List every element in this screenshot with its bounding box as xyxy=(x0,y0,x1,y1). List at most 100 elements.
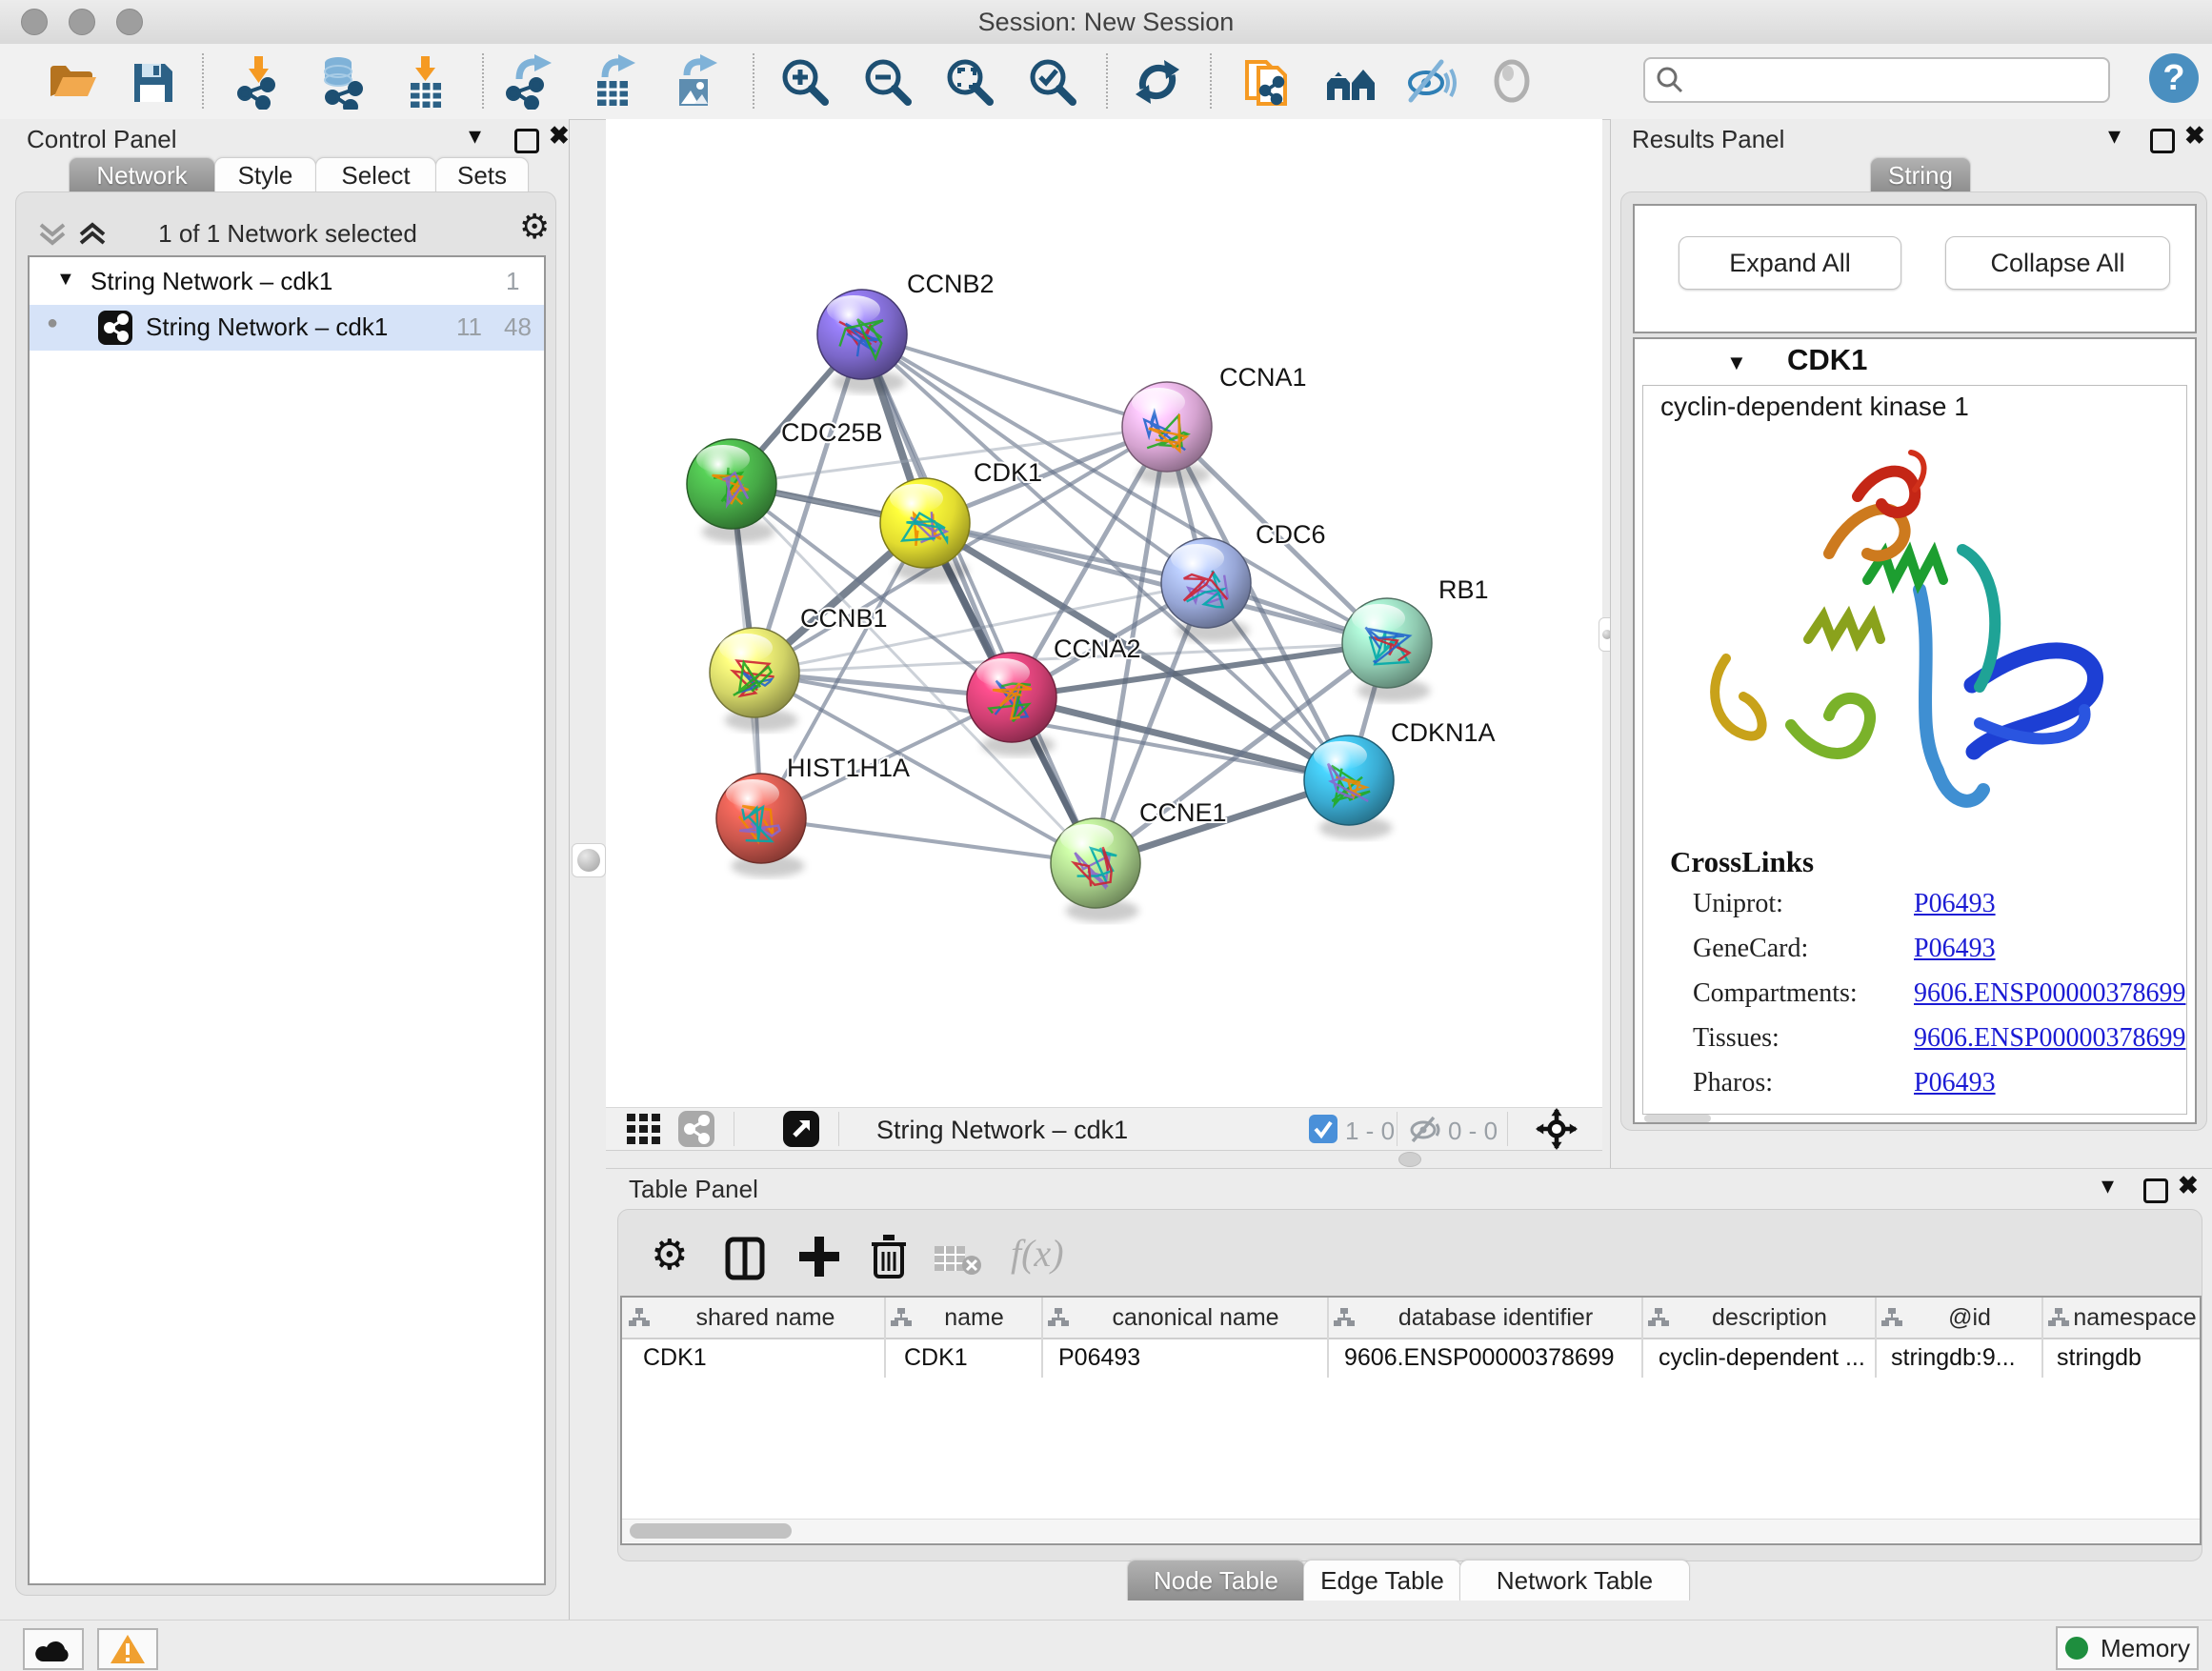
zoom-out-button[interactable] xyxy=(857,51,918,112)
current-network-dot: ● xyxy=(47,312,58,334)
crosslink-value[interactable]: 9606.ENSP00000378699 xyxy=(1914,1023,2185,1054)
network-collection-row[interactable]: ▼ String Network – cdk1 1 xyxy=(30,261,544,305)
tab-edge-table[interactable]: Edge Table xyxy=(1303,1560,1461,1601)
first-neighbors-button[interactable] xyxy=(1320,51,1381,112)
node-label-cdc6: CDC6 xyxy=(1256,520,1326,549)
table-row[interactable]: CDK1 CDK1 P06493 9606.ENSP00000378699 cy… xyxy=(622,1338,2200,1378)
table-hscrollbar-track[interactable] xyxy=(622,1519,2200,1542)
table-panel-collapse-icon[interactable]: ▾ xyxy=(2101,1171,2114,1200)
network-view-toolbar: String Network – cdk1 1 - 0 0 - 0 xyxy=(606,1107,1602,1151)
zoom-selected-button[interactable] xyxy=(1022,51,1083,112)
horizontal-splitter-handle[interactable] xyxy=(1398,1152,1421,1167)
tab-style[interactable]: Style xyxy=(214,157,316,192)
control-panel-close-icon[interactable]: ✖ xyxy=(549,121,570,151)
export-image-button[interactable] xyxy=(665,51,726,112)
save-session-button[interactable] xyxy=(122,51,183,112)
toolbar-separator xyxy=(202,53,204,109)
column-header[interactable]: namespace xyxy=(2047,1298,2200,1338)
grid-view-icon[interactable] xyxy=(627,1114,667,1146)
column-type-icon xyxy=(1333,1307,1356,1328)
expand-all-button[interactable]: Expand All xyxy=(1679,236,1901,290)
tab-node-table[interactable]: Node Table xyxy=(1127,1560,1305,1601)
search-input[interactable] xyxy=(1685,66,2099,94)
left-splitter-handle[interactable] xyxy=(572,843,606,877)
network-node-cdkn1a[interactable]: CDKN1A xyxy=(1304,718,1496,839)
export-network-button[interactable] xyxy=(499,51,560,112)
results-panel-float-icon[interactable] xyxy=(2150,129,2175,153)
results-entry-box: ▼ CDK1 cyclin-dependent kinase 1 xyxy=(1633,337,2197,1124)
show-all-button[interactable] xyxy=(1482,51,1543,112)
open-in-window-icon[interactable] xyxy=(783,1111,819,1147)
import-table-button[interactable] xyxy=(394,51,455,112)
export-table-button[interactable] xyxy=(583,51,644,112)
tab-select[interactable]: Select xyxy=(315,157,436,192)
new-network-from-selection-button[interactable] xyxy=(1237,51,1297,112)
network-node-cdc6[interactable]: CDC6 xyxy=(1161,520,1326,642)
refresh-view-button[interactable] xyxy=(1127,51,1188,112)
memory-button[interactable]: Memory xyxy=(2056,1626,2199,1670)
results-panel-close-icon[interactable]: ✖ xyxy=(2184,121,2205,151)
column-type-icon xyxy=(1880,1307,1903,1328)
control-panel-float-icon[interactable] xyxy=(514,129,539,153)
collapse-all-button[interactable]: Collapse All xyxy=(1945,236,2170,290)
zoom-in-button[interactable] xyxy=(774,51,835,112)
column-header[interactable]: name xyxy=(890,1298,1036,1338)
birdseye-navigator-icon[interactable] xyxy=(1536,1108,1578,1150)
show-columns-icon[interactable] xyxy=(725,1237,765,1280)
control-panel-collapse-icon[interactable]: ▾ xyxy=(469,121,481,151)
hide-selected-button[interactable] xyxy=(1400,51,1461,112)
open-session-button[interactable] xyxy=(40,51,101,112)
function-builder-icon[interactable]: f(x) xyxy=(1011,1231,1064,1276)
network-view-title: String Network – cdk1 xyxy=(876,1116,1128,1145)
cloud-status-button[interactable] xyxy=(23,1628,84,1670)
toolbar-search xyxy=(1643,57,2110,103)
import-network-file-button[interactable] xyxy=(229,51,290,112)
node-label-cdkn1a: CDKN1A xyxy=(1391,718,1496,747)
help-button[interactable]: ? xyxy=(2149,53,2199,103)
network-node-ccna1[interactable]: CCNA1 xyxy=(1122,363,1307,486)
network-node-hist1h1a[interactable]: HIST1H1A xyxy=(716,754,910,877)
crosslink-value[interactable]: P06493 xyxy=(1914,934,1996,964)
tree-expand-icon[interactable]: ▼ xyxy=(56,269,75,291)
hidden-eye-slash-icon[interactable] xyxy=(1408,1115,1442,1143)
selected-checkbox-icon[interactable] xyxy=(1309,1115,1337,1143)
add-column-icon[interactable] xyxy=(797,1235,841,1278)
delete-table-icon[interactable] xyxy=(933,1242,982,1277)
results-scrollbar-thumb[interactable] xyxy=(1644,1115,1711,1122)
network-panel-gear-icon[interactable]: ⚙ xyxy=(519,208,550,247)
entry-collapse-icon[interactable]: ▼ xyxy=(1726,351,1747,375)
column-header[interactable]: @id xyxy=(1880,1298,2036,1338)
network-node-rb1[interactable]: RB1 xyxy=(1342,575,1489,702)
cell-database-identifier: 9606.ENSP00000378699 xyxy=(1344,1344,1615,1372)
netbar-separator xyxy=(838,1112,839,1146)
import-network-database-button[interactable] xyxy=(311,51,372,112)
network-graph[interactable]: CCNB2CCNA1CDC25BCDK1CDC6RB1CCNB1CCNA2CDK… xyxy=(606,119,1602,1107)
table-panel-float-icon[interactable] xyxy=(2143,1178,2168,1203)
tab-sets[interactable]: Sets xyxy=(435,157,529,192)
cell-description: cyclin-dependent ... xyxy=(1659,1344,1865,1372)
crosslink-value[interactable]: P06493 xyxy=(1914,889,1996,919)
column-header[interactable]: description xyxy=(1647,1298,1869,1338)
table-settings-gear-icon[interactable]: ⚙ xyxy=(651,1231,688,1279)
share-view-icon[interactable] xyxy=(678,1111,714,1147)
network-row-selected[interactable]: ● String Network – cdk1 11 48 xyxy=(30,305,544,351)
cell-shared-name: CDK1 xyxy=(643,1344,707,1372)
table-panel-close-icon[interactable]: ✖ xyxy=(2178,1171,2199,1200)
table-hscrollbar-thumb[interactable] xyxy=(630,1523,792,1539)
table-panel-body: ⚙ f(x) xyxy=(617,1209,2202,1561)
column-header[interactable]: database identifier xyxy=(1333,1298,1636,1338)
tab-network[interactable]: Network xyxy=(69,157,215,192)
tab-string[interactable]: String xyxy=(1870,157,1971,192)
warnings-button[interactable] xyxy=(97,1628,158,1670)
results-panel-collapse-icon[interactable]: ▾ xyxy=(2108,121,2121,151)
crosslink-value[interactable]: 9606.ENSP00000378699 xyxy=(1914,978,2185,1009)
zoom-fit-icon xyxy=(942,54,997,110)
tab-network-table[interactable]: Network Table xyxy=(1459,1560,1690,1601)
crosslink-value[interactable]: P06493 xyxy=(1914,1068,1996,1098)
zoom-fit-button[interactable] xyxy=(939,51,1000,112)
collapse-all-tree-icon[interactable] xyxy=(77,221,110,248)
column-header[interactable]: canonical name xyxy=(1047,1298,1321,1338)
expand-all-tree-icon[interactable] xyxy=(37,221,70,248)
delete-column-trash-icon[interactable] xyxy=(868,1233,910,1280)
column-header[interactable]: shared name xyxy=(628,1298,880,1338)
